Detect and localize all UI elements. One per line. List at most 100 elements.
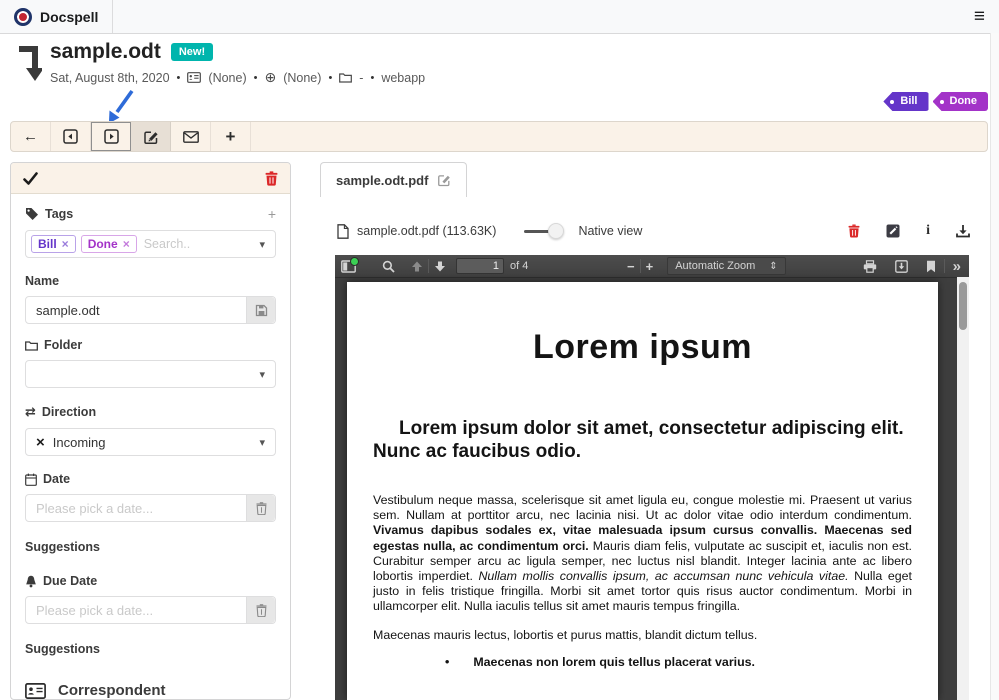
hamburger-menu-icon[interactable]: ≡ <box>974 6 985 28</box>
pdf-scrollbar-thumb[interactable] <box>959 282 967 330</box>
attachment-tab[interactable]: sample.odt.pdf <box>320 162 467 197</box>
direction-select[interactable]: × Incoming ▾ <box>25 428 276 456</box>
clear-date-button[interactable] <box>246 495 275 521</box>
pdf-text-run: Vestibulum neque massa, scelerisque sit … <box>373 493 912 522</box>
find-icon[interactable] <box>382 260 395 273</box>
arrow-left-icon: ← <box>23 128 38 145</box>
folder-label-text: Folder <box>44 338 82 352</box>
page-down-icon[interactable] <box>434 260 446 273</box>
attachment-tab-label: sample.odt.pdf <box>336 173 428 188</box>
file-info-button[interactable]: i <box>926 223 930 239</box>
item-date: Sat, August 8th, 2020 <box>50 71 170 85</box>
chevron-down-icon[interactable]: ▾ <box>259 238 265 251</box>
pdf-scrollbar[interactable] <box>957 277 969 700</box>
direction-value: × Incoming <box>26 434 106 451</box>
concerning-value: (None) <box>283 71 321 85</box>
tag-label-done[interactable]: Done <box>933 92 989 111</box>
native-view-toggle[interactable] <box>524 223 564 239</box>
tag-chip-done[interactable]: Done × <box>81 235 137 253</box>
correspondent-section-header: Correspondent <box>25 682 276 700</box>
pdf-toolbar-center: − + Automatic Zoom ⇕ <box>627 255 786 277</box>
zoom-select[interactable]: Automatic Zoom ⇕ <box>667 257 785 275</box>
tag-hole <box>890 100 894 104</box>
bookmark-icon[interactable] <box>926 260 936 273</box>
clear-due-date-button[interactable] <box>246 597 275 623</box>
delete-item-button[interactable] <box>265 171 278 186</box>
name-input[interactable] <box>26 297 246 323</box>
separator-dot: • <box>328 72 332 84</box>
panel-body: Tags + Bill × Done × Search.. ▾ <box>11 194 290 700</box>
add-files-button[interactable]: + <box>211 122 251 151</box>
pdf-doc-heading: Lorem ipsum dolor sit amet, consectetur … <box>373 417 912 463</box>
folder-select[interactable]: ▾ <box>25 360 276 388</box>
tags-field-label: Tags + <box>25 206 276 222</box>
file-icon <box>337 224 349 239</box>
chip-text: Bill <box>38 237 57 251</box>
remove-tag-icon[interactable]: × <box>123 237 130 251</box>
source-value: webapp <box>381 71 425 85</box>
caret-square-left-icon <box>63 129 78 144</box>
add-tag-button[interactable]: + <box>268 206 276 222</box>
title-row: sample.odt New! <box>50 40 425 64</box>
pdf-page-content: Lorem ipsum Lorem ipsum dolor sit amet, … <box>347 282 938 669</box>
name-label-text: Name <box>25 274 59 288</box>
pdf-paragraph: Vestibulum neque massa, scelerisque sit … <box>373 493 912 615</box>
panel-header <box>11 163 290 194</box>
tags-multiselect[interactable]: Bill × Done × Search.. ▾ <box>25 230 276 258</box>
tag-label-text: Done <box>950 95 978 107</box>
list-item-text: Maecenas non lorem quis tellus placerat … <box>473 655 755 669</box>
toolbar-more-icon[interactable]: » <box>953 258 961 275</box>
top-navbar: Docspell ≡ <box>0 0 999 34</box>
zoom-in-icon[interactable]: + <box>646 259 654 274</box>
page-scrollbar[interactable] <box>990 33 999 700</box>
tag-label-bill[interactable]: Bill <box>883 92 928 111</box>
edit-extracted-view-button[interactable] <box>886 224 900 238</box>
brand[interactable]: Docspell <box>0 0 113 33</box>
pdf-paragraph: Maecenas mauris lectus, lobortis et puru… <box>373 628 912 643</box>
date-label-text: Date <box>43 472 70 486</box>
separator-dot: • <box>177 72 181 84</box>
page-number-input[interactable] <box>456 258 504 274</box>
correspondent-value: (None) <box>208 71 246 85</box>
direction-value-text: Incoming <box>53 435 106 450</box>
caret-square-right-icon <box>104 129 119 144</box>
pdf-doc-title: Lorem ipsum <box>373 328 912 367</box>
item-meta-row: Sat, August 8th, 2020 • (None) • ⊕ (None… <box>50 69 425 86</box>
zoom-out-icon[interactable]: − <box>627 259 635 274</box>
remove-tag-icon[interactable]: × <box>62 237 69 251</box>
print-icon[interactable] <box>863 260 877 273</box>
edit-item-button[interactable] <box>131 122 171 151</box>
rename-attachment-icon[interactable] <box>437 173 451 187</box>
download-file-button[interactable] <box>956 224 970 238</box>
chevron-down-icon: ▾ <box>259 368 265 381</box>
notification-dot <box>350 257 359 266</box>
date-input[interactable] <box>26 495 246 521</box>
tag-chip-bill[interactable]: Bill × <box>31 235 76 253</box>
send-mail-button[interactable] <box>171 122 211 151</box>
direction-label-text: Direction <box>42 405 96 419</box>
delete-attachment-button[interactable] <box>848 224 860 238</box>
save-name-button[interactable] <box>246 297 275 323</box>
pdf-toolbar-right: » <box>863 255 961 277</box>
sidebar-toggle-icon[interactable] <box>341 260 356 273</box>
previous-item-button[interactable] <box>51 122 91 151</box>
docspell-app: Docspell ≡ sample.odt New! Sat, August 8… <box>0 0 999 700</box>
due-date-field-label: Due Date <box>25 574 276 588</box>
exchange-icon: ⇄ <box>25 404 36 420</box>
next-item-button[interactable] <box>91 122 131 151</box>
name-field-label: Name <box>25 274 276 288</box>
attachment-info-row: sample.odt.pdf (113.63K) Native view i <box>337 219 970 243</box>
back-button[interactable]: ← <box>11 122 51 151</box>
due-date-label-text: Due Date <box>43 574 97 588</box>
folder-field-label: Folder <box>25 338 276 352</box>
address-card-icon <box>187 72 201 83</box>
new-badge: New! <box>171 43 213 61</box>
download-icon[interactable] <box>895 260 908 273</box>
page-count-label: of 4 <box>510 260 528 272</box>
item-tag-labels: Bill Done <box>883 92 988 111</box>
page-up-icon[interactable] <box>411 260 423 273</box>
confirm-check-button[interactable] <box>23 172 38 185</box>
due-date-input[interactable] <box>26 597 246 623</box>
times-icon[interactable]: × <box>36 434 45 451</box>
tags-search-placeholder: Search.. <box>137 237 191 251</box>
